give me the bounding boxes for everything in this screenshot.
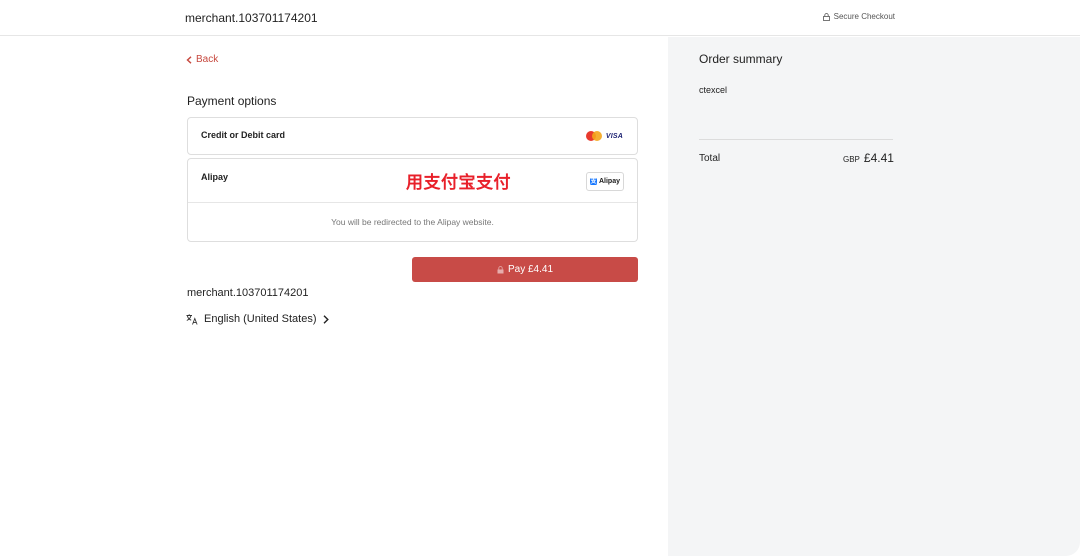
chevron-left-icon [186, 55, 192, 64]
pay-button[interactable]: Pay £4.41 [412, 257, 638, 282]
lock-icon [497, 265, 504, 273]
secure-checkout-label: Secure Checkout [833, 12, 895, 21]
total-amount: GBP £4.41 [843, 151, 894, 165]
alipay-badge-text: Alipay [598, 178, 620, 185]
alipay-option-label: Alipay [201, 172, 229, 182]
card-payment-option[interactable]: Credit or Debit card VISA [187, 117, 638, 155]
back-label: Back [196, 54, 219, 65]
payment-options-heading: Payment options [187, 94, 277, 108]
top-bar: merchant.103701174201 Secure Checkout [0, 0, 1080, 36]
order-summary-panel: Order summary ctexcel Total GBP £4.41 [668, 37, 1080, 556]
summary-divider [699, 139, 893, 140]
footer-merchant-name: merchant.103701174201 [187, 287, 309, 299]
product-name: ctexcel [699, 85, 728, 95]
card-option-label: Credit or Debit card [201, 130, 286, 140]
alipay-logo-icon: 支 [589, 178, 597, 185]
currency-code: GBP [843, 155, 860, 164]
back-link[interactable]: Back [186, 54, 218, 65]
alipay-redirect-note: You will be redirected to the Alipay web… [331, 217, 494, 227]
alipay-payment-option[interactable]: Alipay 用支付宝支付 支 Alipay You will be redir… [187, 158, 638, 242]
total-label: Total [699, 153, 721, 164]
alipay-annotation: 用支付宝支付 [406, 173, 511, 192]
merchant-name: merchant.103701174201 [185, 11, 318, 25]
translate-icon [186, 313, 198, 325]
chevron-right-icon [323, 314, 329, 324]
secure-checkout: Secure Checkout [822, 12, 895, 21]
alipay-option-header[interactable]: Alipay 用支付宝支付 支 Alipay [188, 159, 637, 203]
total-value: £4.41 [863, 151, 894, 165]
mastercard-icon [585, 131, 602, 141]
alipay-badge: 支 Alipay [586, 172, 624, 191]
visa-icon: VISA [605, 132, 623, 140]
card-brands: VISA [585, 131, 623, 141]
order-summary-title: Order summary [699, 52, 783, 66]
lock-icon [822, 12, 830, 21]
language-label: English (United States) [204, 313, 317, 325]
pay-button-label: Pay £4.41 [507, 264, 554, 275]
language-selector[interactable]: English (United States) [186, 313, 329, 325]
